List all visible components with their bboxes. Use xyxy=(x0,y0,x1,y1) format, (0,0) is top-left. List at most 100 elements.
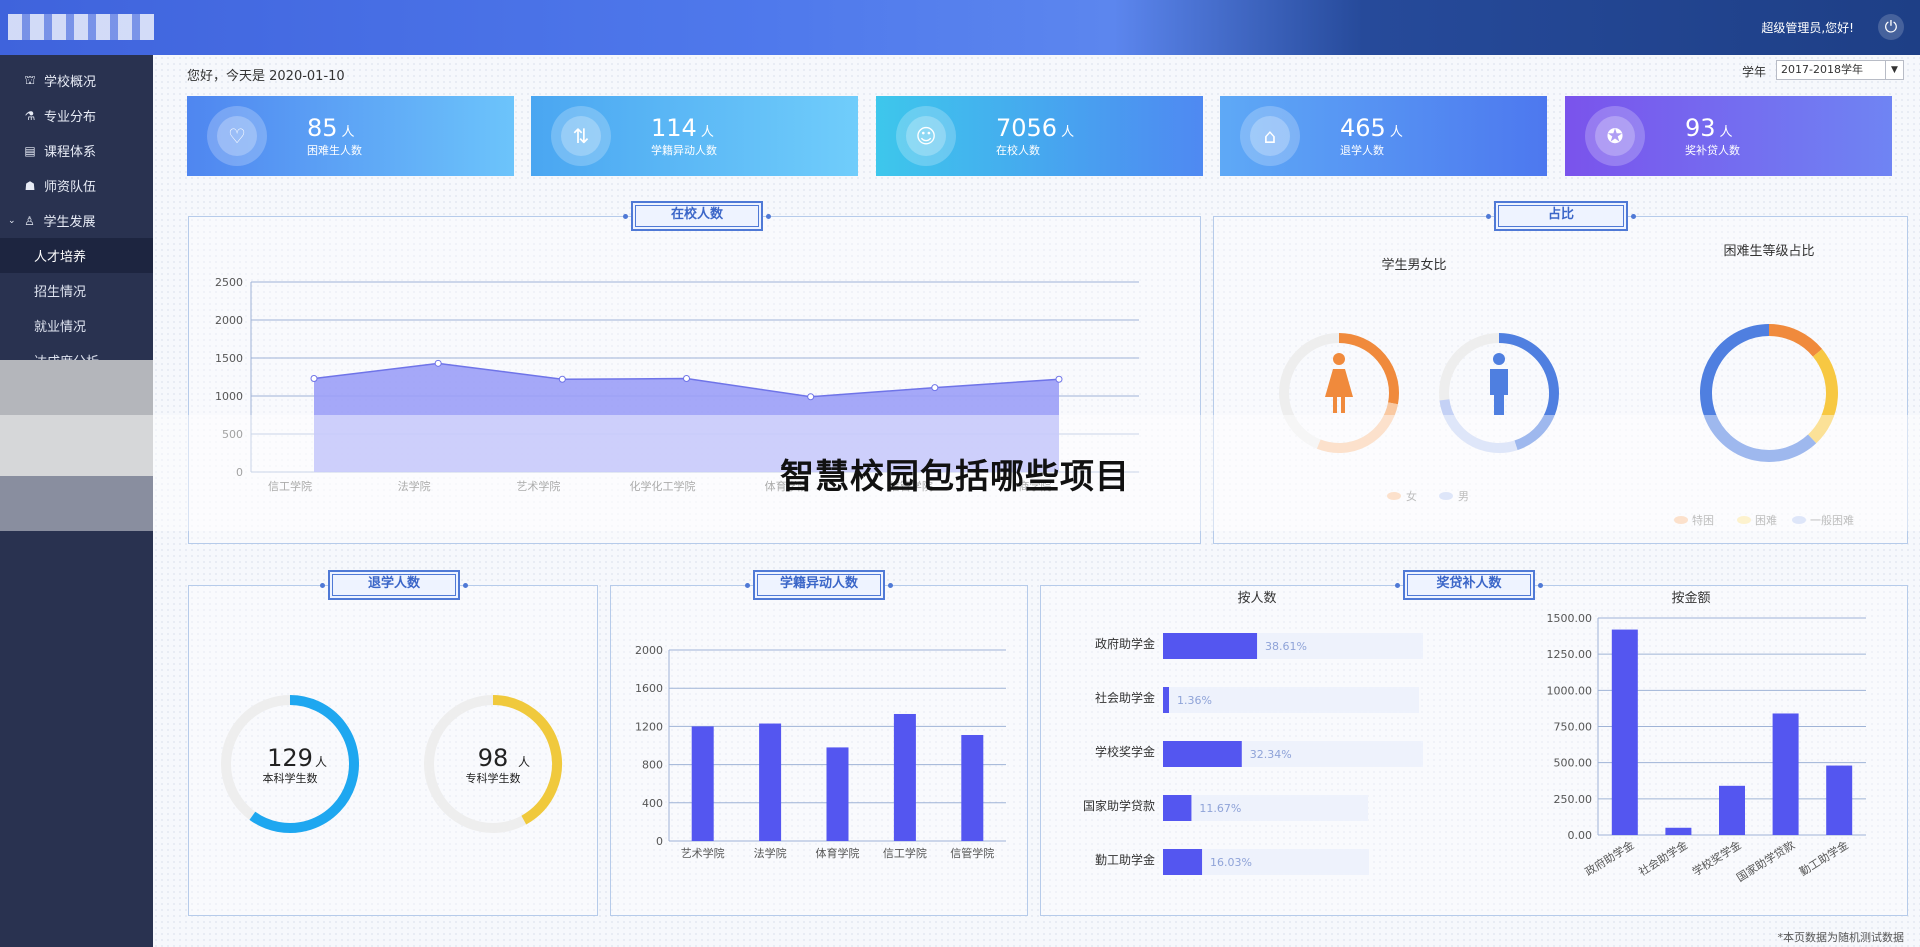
y-tick-label: 1600 xyxy=(635,682,663,695)
sidebar-item-curriculum[interactable]: ▤ 课程体系 xyxy=(0,133,153,168)
heart-hand-icon: ♡ xyxy=(217,116,257,156)
sidebar-subitem-employment[interactable]: 就业情况 xyxy=(0,308,153,343)
bar xyxy=(1772,713,1799,835)
ring-label: 本科学生数 xyxy=(263,771,318,785)
transfer-icon: ⇅ xyxy=(561,116,601,156)
bar xyxy=(1665,827,1692,835)
male-icon-body xyxy=(1490,369,1508,415)
panel-status-change: 学籍异动人数 0 400 800 1200 1600 2000 艺术学院 法学院 体育学院 信工学… xyxy=(610,570,1028,916)
stat-card-status-change[interactable]: ⇅ 114 人学籍异动人数 xyxy=(531,96,858,176)
users-icon: ☗ xyxy=(24,178,36,193)
y-tick-label: 1250.00 xyxy=(1547,648,1593,661)
sidebar-subitem-admission[interactable]: 招生情况 xyxy=(0,273,153,308)
y-tick-label: 2000 xyxy=(635,644,663,657)
h-bar-label: 16.03% xyxy=(1210,856,1252,869)
ring-value: 98 xyxy=(478,744,509,772)
by-count-title: 按人数 xyxy=(1237,591,1276,606)
female-icon xyxy=(1333,353,1345,365)
donut-segment xyxy=(1768,324,1823,357)
h-bar xyxy=(1163,687,1169,713)
y-tick-label: 0.00 xyxy=(1568,829,1593,842)
h-bar xyxy=(1163,741,1242,767)
female-icon-body xyxy=(1325,369,1353,413)
y-tick-label: 800 xyxy=(642,759,663,772)
h-bar-category: 社会助学金 xyxy=(1095,690,1155,705)
x-tick-label: 信工学院 xyxy=(883,846,927,860)
h-bar-category: 勤工助学金 xyxy=(1095,852,1155,867)
y-tick-label: 750.00 xyxy=(1554,721,1593,734)
chevron-down-icon: ⌄ xyxy=(8,215,16,226)
microscope-icon: ⚗ xyxy=(24,108,36,123)
h-bar-label: 38.61% xyxy=(1265,640,1307,653)
stat-card-dropout[interactable]: ⌂ 465 人退学人数 xyxy=(1220,96,1547,176)
x-tick-label: 国家助学贷款 xyxy=(1734,838,1797,885)
h-bar-label: 11.67% xyxy=(1199,802,1241,815)
panel-dropout: 退学人数 129 人本科学生数 98 人专科学生数 xyxy=(188,570,598,916)
h-bar-label: 32.34% xyxy=(1250,748,1292,761)
data-point xyxy=(1055,375,1063,383)
y-tick-label: 1000.00 xyxy=(1547,684,1593,697)
data-point xyxy=(931,384,939,392)
sidebar-item-faculty[interactable]: ☗ 师资队伍 xyxy=(0,168,153,203)
medal-icon: ✪ xyxy=(1595,116,1635,156)
h-bar xyxy=(1163,633,1258,659)
status-change-bar-chart: 0 400 800 1200 1600 2000 艺术学院 法学院 体育学院 信工学院 信管学院 xyxy=(635,644,1006,860)
x-tick-label: 勤工助学金 xyxy=(1797,838,1851,879)
y-tick-label: 2500 xyxy=(215,276,243,289)
y-tick-label: 1000 xyxy=(215,390,243,403)
data-point xyxy=(558,375,566,383)
x-tick-label: 体育学院 xyxy=(816,846,860,860)
graduate-cap-icon: ⌂ xyxy=(1250,116,1290,156)
y-tick-label: 1200 xyxy=(635,720,663,733)
sidebar-subitem-talent[interactable]: 人才培养 xyxy=(0,238,153,273)
bar xyxy=(961,734,984,841)
h-bar xyxy=(1163,849,1203,875)
x-tick-label: 法学院 xyxy=(754,846,787,860)
date-text: 您好，今天是 2020-01-10 xyxy=(187,69,345,84)
data-point xyxy=(807,393,815,401)
h-bar-track xyxy=(1163,795,1368,821)
sitemap-icon: ⛫ xyxy=(24,72,36,87)
bar xyxy=(826,747,849,841)
sidebar-item-student-development[interactable]: ⌄ ♙ 学生发展 xyxy=(0,203,153,238)
panel-award: 奖贷补人数 按人数 按金额 政府助学金 38.61% 社会助学金 1.36% 学校奖学金 32… xyxy=(1040,570,1908,916)
watermark-text: 智慧校园包括哪些项目 xyxy=(780,457,1130,497)
student-face-icon: ☺ xyxy=(906,116,946,156)
bar xyxy=(759,723,782,841)
y-tick-label: 400 xyxy=(642,797,663,810)
y-tick-label: 500.00 xyxy=(1554,757,1593,770)
x-tick-label: 艺术学院 xyxy=(681,846,725,860)
poverty-chart-title: 困难生等级占比 xyxy=(1723,243,1814,259)
bar xyxy=(1611,629,1638,835)
year-label: 学年 xyxy=(1741,65,1766,79)
user-greeting: 超级管理员,您好! xyxy=(1761,21,1854,35)
male-icon xyxy=(1493,353,1505,365)
award-charts: 按人数 按金额政府助学金 38.61% 社会助学金 1.36% 学校奖学金 32.34% 国家… xyxy=(1083,590,1866,885)
footnote: *本页数据为随机测试数据 xyxy=(1777,931,1905,944)
student-icon: ♙ xyxy=(24,213,35,228)
sidebar-item-major[interactable]: ⚗ 专业分布 xyxy=(0,98,153,133)
y-tick-label: 250.00 xyxy=(1554,793,1593,806)
school-logo xyxy=(8,14,154,40)
power-icon[interactable]: ⏻ xyxy=(1878,14,1904,40)
stat-card-award[interactable]: ✪ 93 人奖补贷人数 xyxy=(1565,96,1892,176)
stat-card-enrolled[interactable]: ☺ 7056 人在校人数 xyxy=(876,96,1203,176)
h-bar-category: 学校奖学金 xyxy=(1095,744,1155,759)
x-tick-label: 信管学院 xyxy=(950,846,994,860)
h-bar-category: 国家助学贷款 xyxy=(1083,798,1155,813)
ring-value: 129 xyxy=(267,744,313,772)
stat-card-poor-students[interactable]: ♡ 85 人困难生人数 xyxy=(187,96,514,176)
data-point xyxy=(434,359,442,367)
h-bar xyxy=(1163,795,1192,821)
x-tick-label: 社会助学金 xyxy=(1636,838,1690,879)
chevron-down-icon: ▼ xyxy=(1885,61,1903,79)
data-point xyxy=(310,375,318,383)
year-select[interactable]: 2017-2018学年 ▼ xyxy=(1776,60,1904,80)
data-point xyxy=(683,375,690,383)
bar xyxy=(893,713,916,841)
sidebar-item-school-overview[interactable]: ⛫ 学校概况 xyxy=(0,63,153,98)
y-tick-label: 1500 xyxy=(215,352,243,365)
h-bar-category: 政府助学金 xyxy=(1095,636,1155,651)
y-tick-label: 2000 xyxy=(215,314,243,327)
bar xyxy=(1826,765,1853,835)
